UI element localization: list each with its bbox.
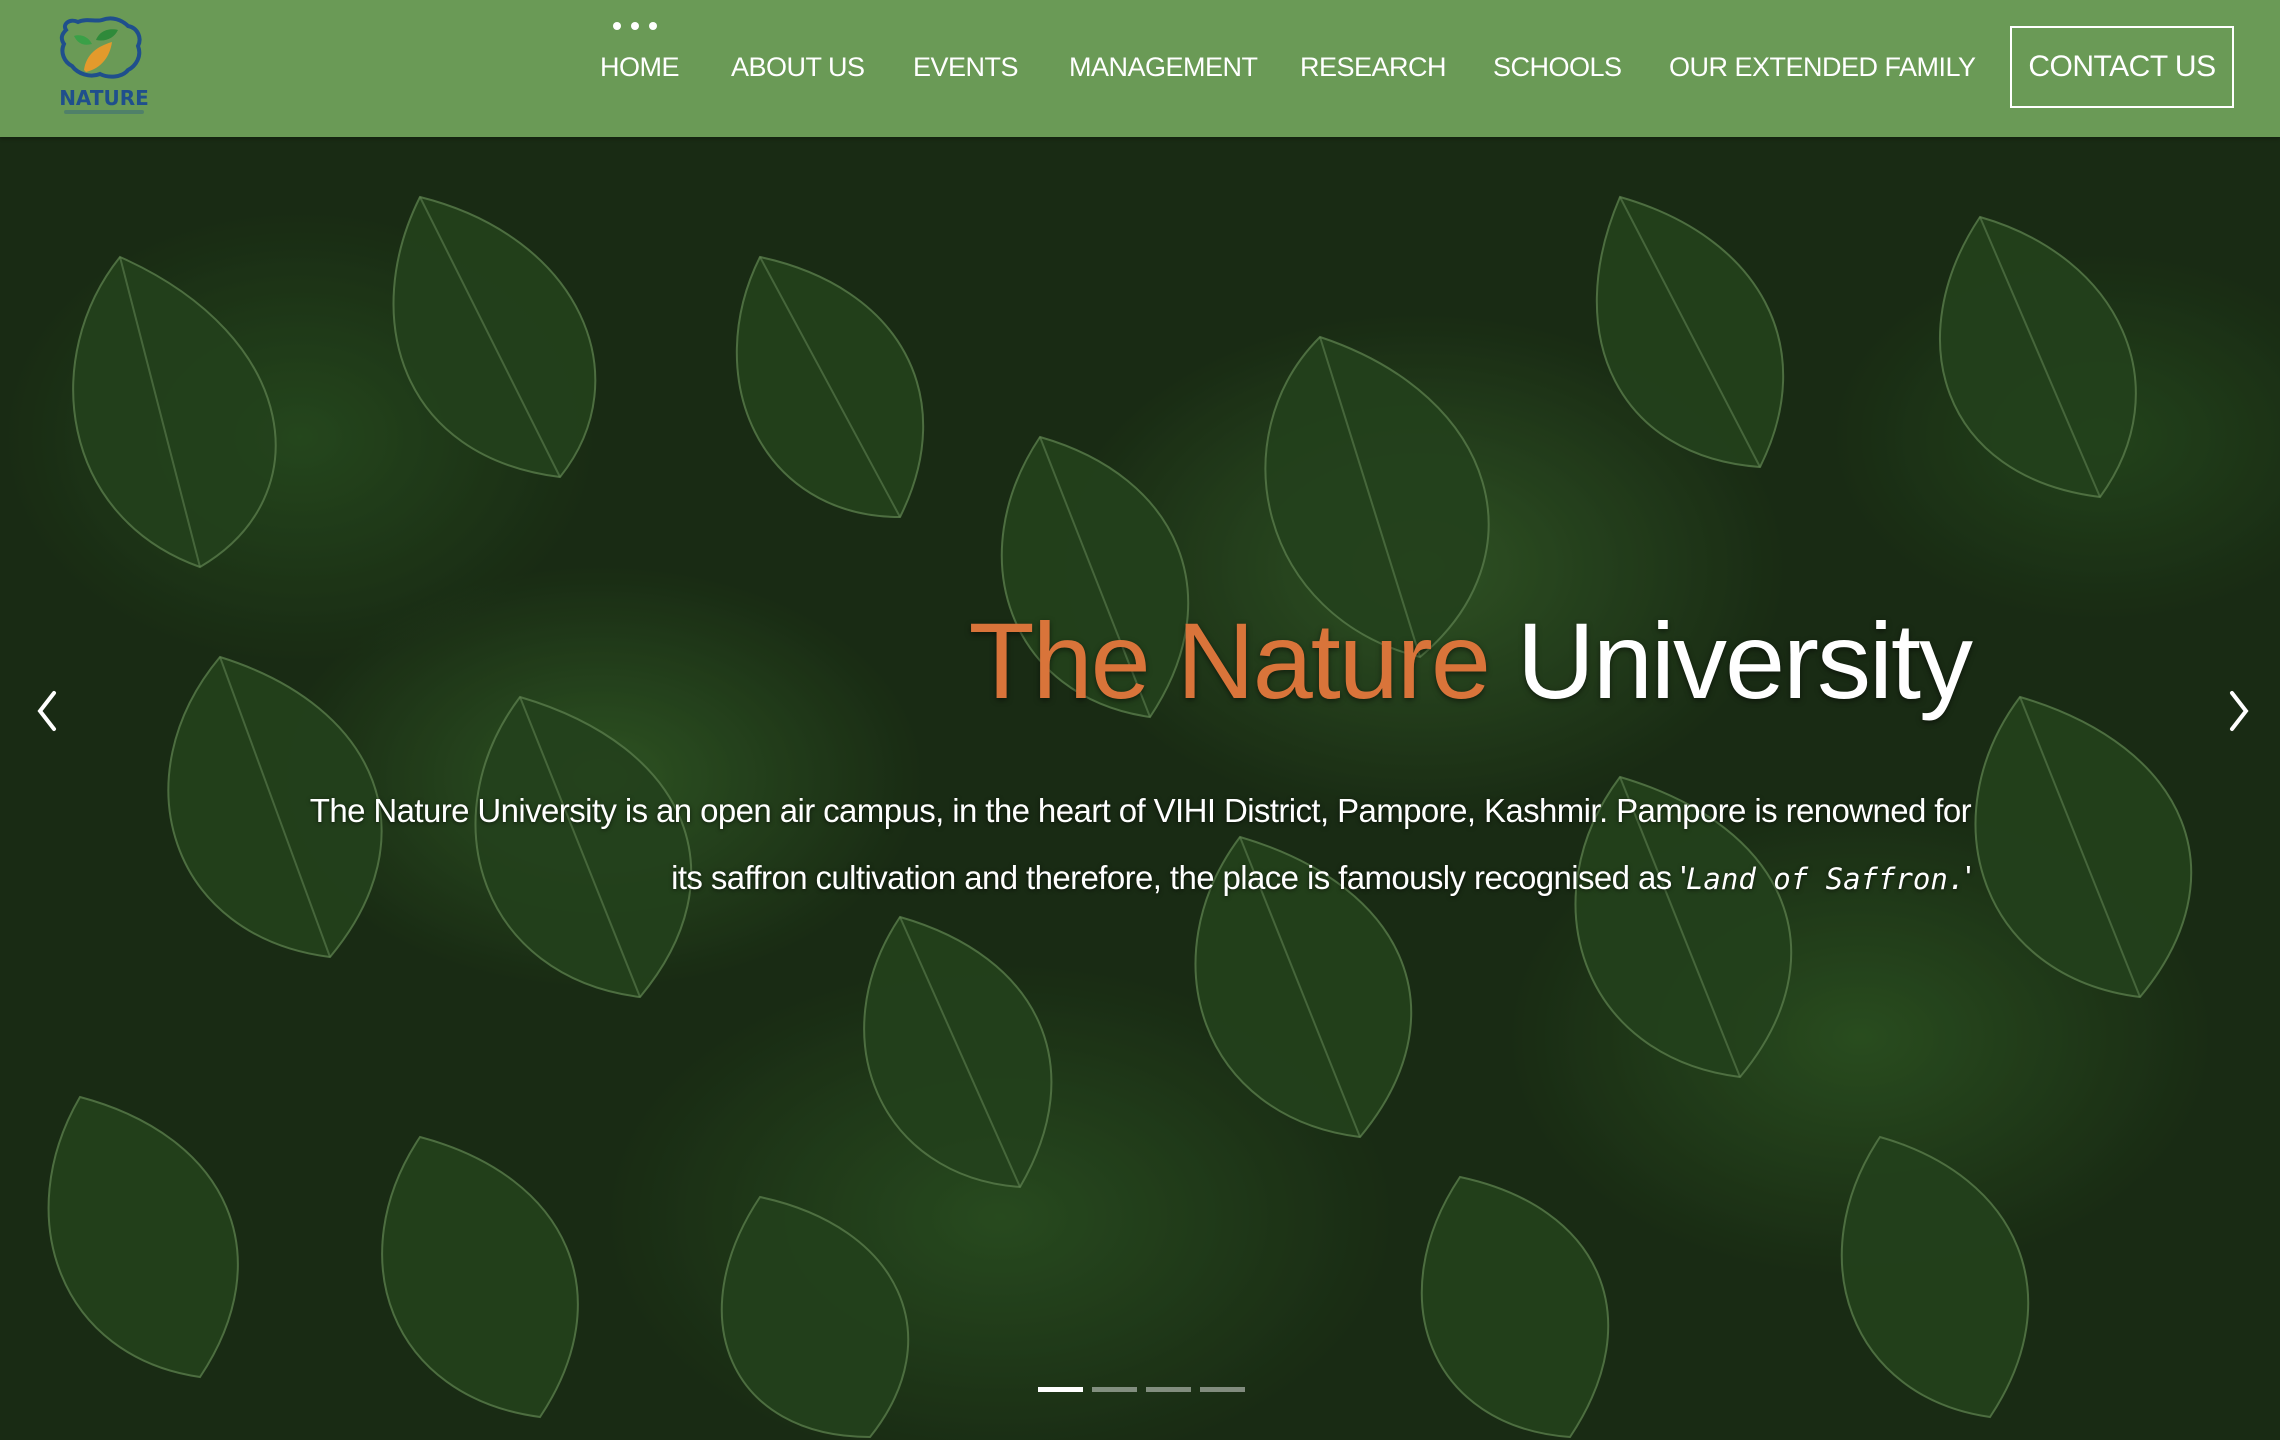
hero-description: The Nature University is an open air cam… [271,777,1972,913]
carousel-indicator-2[interactable] [1092,1387,1137,1392]
hero-title: The Nature University [0,607,1973,715]
carousel-indicator-1[interactable] [1038,1387,1083,1392]
nature-university-logo-icon [59,16,142,79]
contact-us-button[interactable]: CONTACT US [2010,26,2234,108]
carousel-indicator-3[interactable] [1146,1387,1191,1392]
hero-description-emphasis: Land of Saffron. [1685,862,1966,896]
nav-item-events[interactable]: EVENTS [913,52,1019,83]
carousel-next-button[interactable] [2218,683,2258,739]
hero-title-accent: The Nature [968,600,1491,721]
nav-item-schools[interactable]: SCHOOLS [1493,52,1622,83]
carousel-prev-button[interactable] [28,683,68,739]
hero-description-end: ' [1965,859,1971,896]
hero-carousel: The Nature University The Nature Univers… [0,137,2280,1440]
nav-item-about-us[interactable]: ABOUT US [731,52,865,83]
chevron-left-icon [37,691,56,731]
chevron-right-icon [2230,691,2249,731]
nav-item-our-extended-family[interactable]: OUR EXTENDED FAMILY [1669,52,1976,83]
active-indicator-dots [613,22,663,34]
site-logo[interactable]: NATURE [56,16,149,120]
nav-item-home[interactable]: HOME [600,52,680,83]
logo-text: NATURE [59,86,149,110]
nav-item-research[interactable]: RESEARCH [1300,52,1447,83]
top-navbar: NATURE HOME ABOUT US EVENTS MANAGEMENT R… [0,0,2280,137]
carousel-indicator-4[interactable] [1200,1387,1245,1392]
nav-item-management[interactable]: MANAGEMENT [1069,52,1258,83]
hero-title-rest: University [1516,600,1973,721]
logo-subtitle-mark [64,110,144,114]
